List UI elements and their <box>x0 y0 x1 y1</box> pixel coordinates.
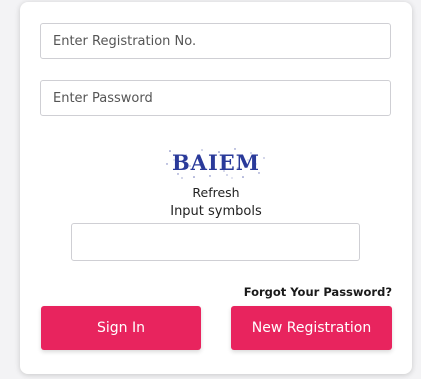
captcha-text: BAIEM <box>172 150 260 175</box>
captcha-refresh-link[interactable]: Refresh <box>20 185 412 200</box>
login-card: BAIEM Refresh Input symbols Forgot Your … <box>20 2 412 374</box>
captcha-symbols-label: Input symbols <box>170 204 262 219</box>
forgot-password-link[interactable]: Forgot Your Password? <box>244 285 392 299</box>
captcha-input[interactable] <box>71 223 360 261</box>
sign-in-button[interactable]: Sign In <box>41 306 201 350</box>
password-input[interactable] <box>40 80 391 116</box>
new-registration-button[interactable]: New Registration <box>231 306 392 350</box>
captcha-image: BAIEM <box>166 148 265 179</box>
registration-number-input[interactable] <box>40 23 391 59</box>
